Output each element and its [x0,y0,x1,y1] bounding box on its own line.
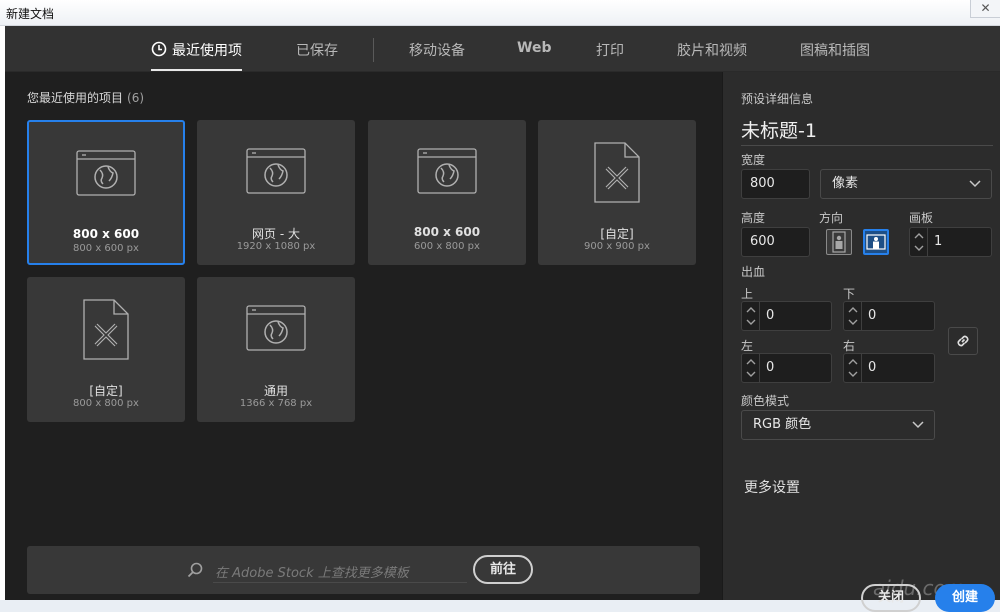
tab-saved[interactable]: 已保存 [296,40,338,60]
tab-recent-label: 最近使用项 [172,43,242,59]
preset-card[interactable]: 通用 1366 x 768 px [197,277,355,422]
preset-name: 网页 - 大 [252,227,300,241]
recent-items-heading: 您最近使用的项目 (6) [27,89,144,106]
preset-name: [自定] [89,384,123,398]
width-input[interactable]: 800 [741,169,810,199]
title-bar: 新建文档 ✕ [0,0,1000,26]
tab-bar: 最近使用项 已保存 移动设备 Web 打印 胶片和视频 图稿和插图 [5,26,1000,72]
preset-name: 800 x 600 [413,225,481,239]
tab-film-video[interactable]: 胶片和视频 [677,40,747,60]
chevron-down-icon [912,421,924,429]
clock-icon [151,41,167,57]
artboards-value: 1 [934,234,943,249]
details-heading: 预设详细信息 [741,92,814,106]
bleed-top-stepper[interactable]: 0 [741,301,832,331]
document-name-field[interactable]: 未标题-1 [741,116,993,146]
preset-size: 800 x 600 px [73,243,139,254]
app-window: 新建文档 ✕ 最近使用项 已保存 移动设备 Web 打印 胶片和视频 图稿和插图 [0,0,1000,612]
search-underline [213,582,467,583]
tab-web[interactable]: Web [517,40,551,56]
bleed-right-stepper[interactable]: 0 [843,353,935,383]
preset-details-panel: 预设详细信息 未标题-1 宽度 800 像素 高度 600 方向 画板 1 出血… [722,72,1000,612]
preset-size: 800 x 800 px [73,398,139,409]
color-mode-value: RGB 颜色 [753,417,812,432]
tab-art-illustration[interactable]: 图稿和插图 [800,40,870,60]
stepper-up-down-icon [746,307,756,325]
active-tab-underline [151,69,242,71]
preset-card[interactable]: 网页 - 大 1920 x 1080 px [197,120,355,265]
artboards-stepper[interactable]: 1 [909,227,992,257]
portrait-orientation-button[interactable] [826,229,852,255]
web-globe-icon [76,150,136,196]
stock-search-input[interactable]: 在 Adobe Stock 上查找更多模板 [215,562,409,581]
bleed-bottom-value: 0 [868,308,877,323]
preset-card[interactable]: 800 x 600 600 x 800 px [368,120,526,265]
width-label: 宽度 [741,153,766,167]
height-input[interactable]: 600 [741,227,810,257]
recent-count: (6) [127,91,145,105]
bleed-top-label: 上 [741,287,754,301]
bleed-top-value: 0 [766,308,775,323]
custom-document-icon [594,142,640,203]
stepper-up-down-icon [848,359,858,377]
bleed-bottom-stepper[interactable]: 0 [843,301,935,331]
color-mode-select[interactable]: RGB 颜色 [741,410,935,440]
new-document-dialog: 最近使用项 已保存 移动设备 Web 打印 胶片和视频 图稿和插图 您最近使用的… [5,26,1000,612]
go-button[interactable]: 前往 [473,555,533,584]
bleed-left-value: 0 [766,360,775,375]
stepper-up-down-icon [848,307,858,325]
stepper-up-down-icon [746,359,756,377]
bleed-label: 出血 [741,265,766,279]
portrait-person-icon [832,231,846,253]
bleed-right-label: 右 [843,339,856,353]
bleed-left-stepper[interactable]: 0 [741,353,832,383]
preset-card[interactable]: [自定] 800 x 800 px [27,277,185,422]
orientation-label: 方向 [819,211,844,225]
recent-items-panel: 您最近使用的项目 (6) 800 x 600 800 x 600 px 网页 -… [5,72,722,600]
link-icon [957,335,969,347]
preset-name: [自定] [600,227,634,241]
unit-select[interactable]: 像素 [820,169,992,199]
close-button[interactable]: 关闭 [861,584,921,612]
search-icon [187,562,203,578]
preset-size: 1366 x 768 px [239,398,313,409]
preset-card[interactable]: 800 x 600 800 x 600 px [27,120,185,265]
unit-select-value: 像素 [832,176,859,191]
web-globe-icon [246,148,306,194]
window-close-button[interactable]: ✕ [970,0,1000,18]
chevron-down-icon [969,180,981,188]
height-label: 高度 [741,211,766,225]
landscape-orientation-button[interactable] [863,229,889,255]
custom-document-icon [83,299,129,360]
preset-name: 通用 [263,384,288,398]
tab-recent[interactable]: 最近使用项 [151,40,242,71]
landscape-person-icon [866,234,886,250]
tab-divider [373,38,374,62]
preset-size: 600 x 800 px [414,241,480,252]
web-globe-icon [417,148,477,194]
adobe-stock-search-bar: 在 Adobe Stock 上查找更多模板 前往 [27,546,700,594]
preset-name: 800 x 600 [72,227,140,241]
preset-size: 900 x 900 px [584,241,650,252]
tab-print[interactable]: 打印 [596,40,624,60]
create-button[interactable]: 创建 [935,584,995,612]
link-bleed-button[interactable] [948,327,978,355]
preset-size: 1920 x 1080 px [236,241,316,252]
recent-heading-text: 您最近使用的项目 [27,91,124,105]
bleed-bottom-label: 下 [843,287,856,301]
tab-mobile[interactable]: 移动设备 [409,40,465,60]
bleed-right-value: 0 [868,360,877,375]
web-globe-icon [246,305,306,351]
preset-card[interactable]: [自定] 900 x 900 px [538,120,696,265]
more-settings-link[interactable]: 更多设置 [744,477,800,497]
bleed-left-label: 左 [741,339,754,353]
stepper-arrows[interactable] [910,228,928,256]
window-title: 新建文档 [6,7,55,21]
stepper-up-down-icon [914,233,924,251]
color-mode-label: 颜色模式 [741,394,790,408]
artboards-label: 画板 [909,211,934,225]
